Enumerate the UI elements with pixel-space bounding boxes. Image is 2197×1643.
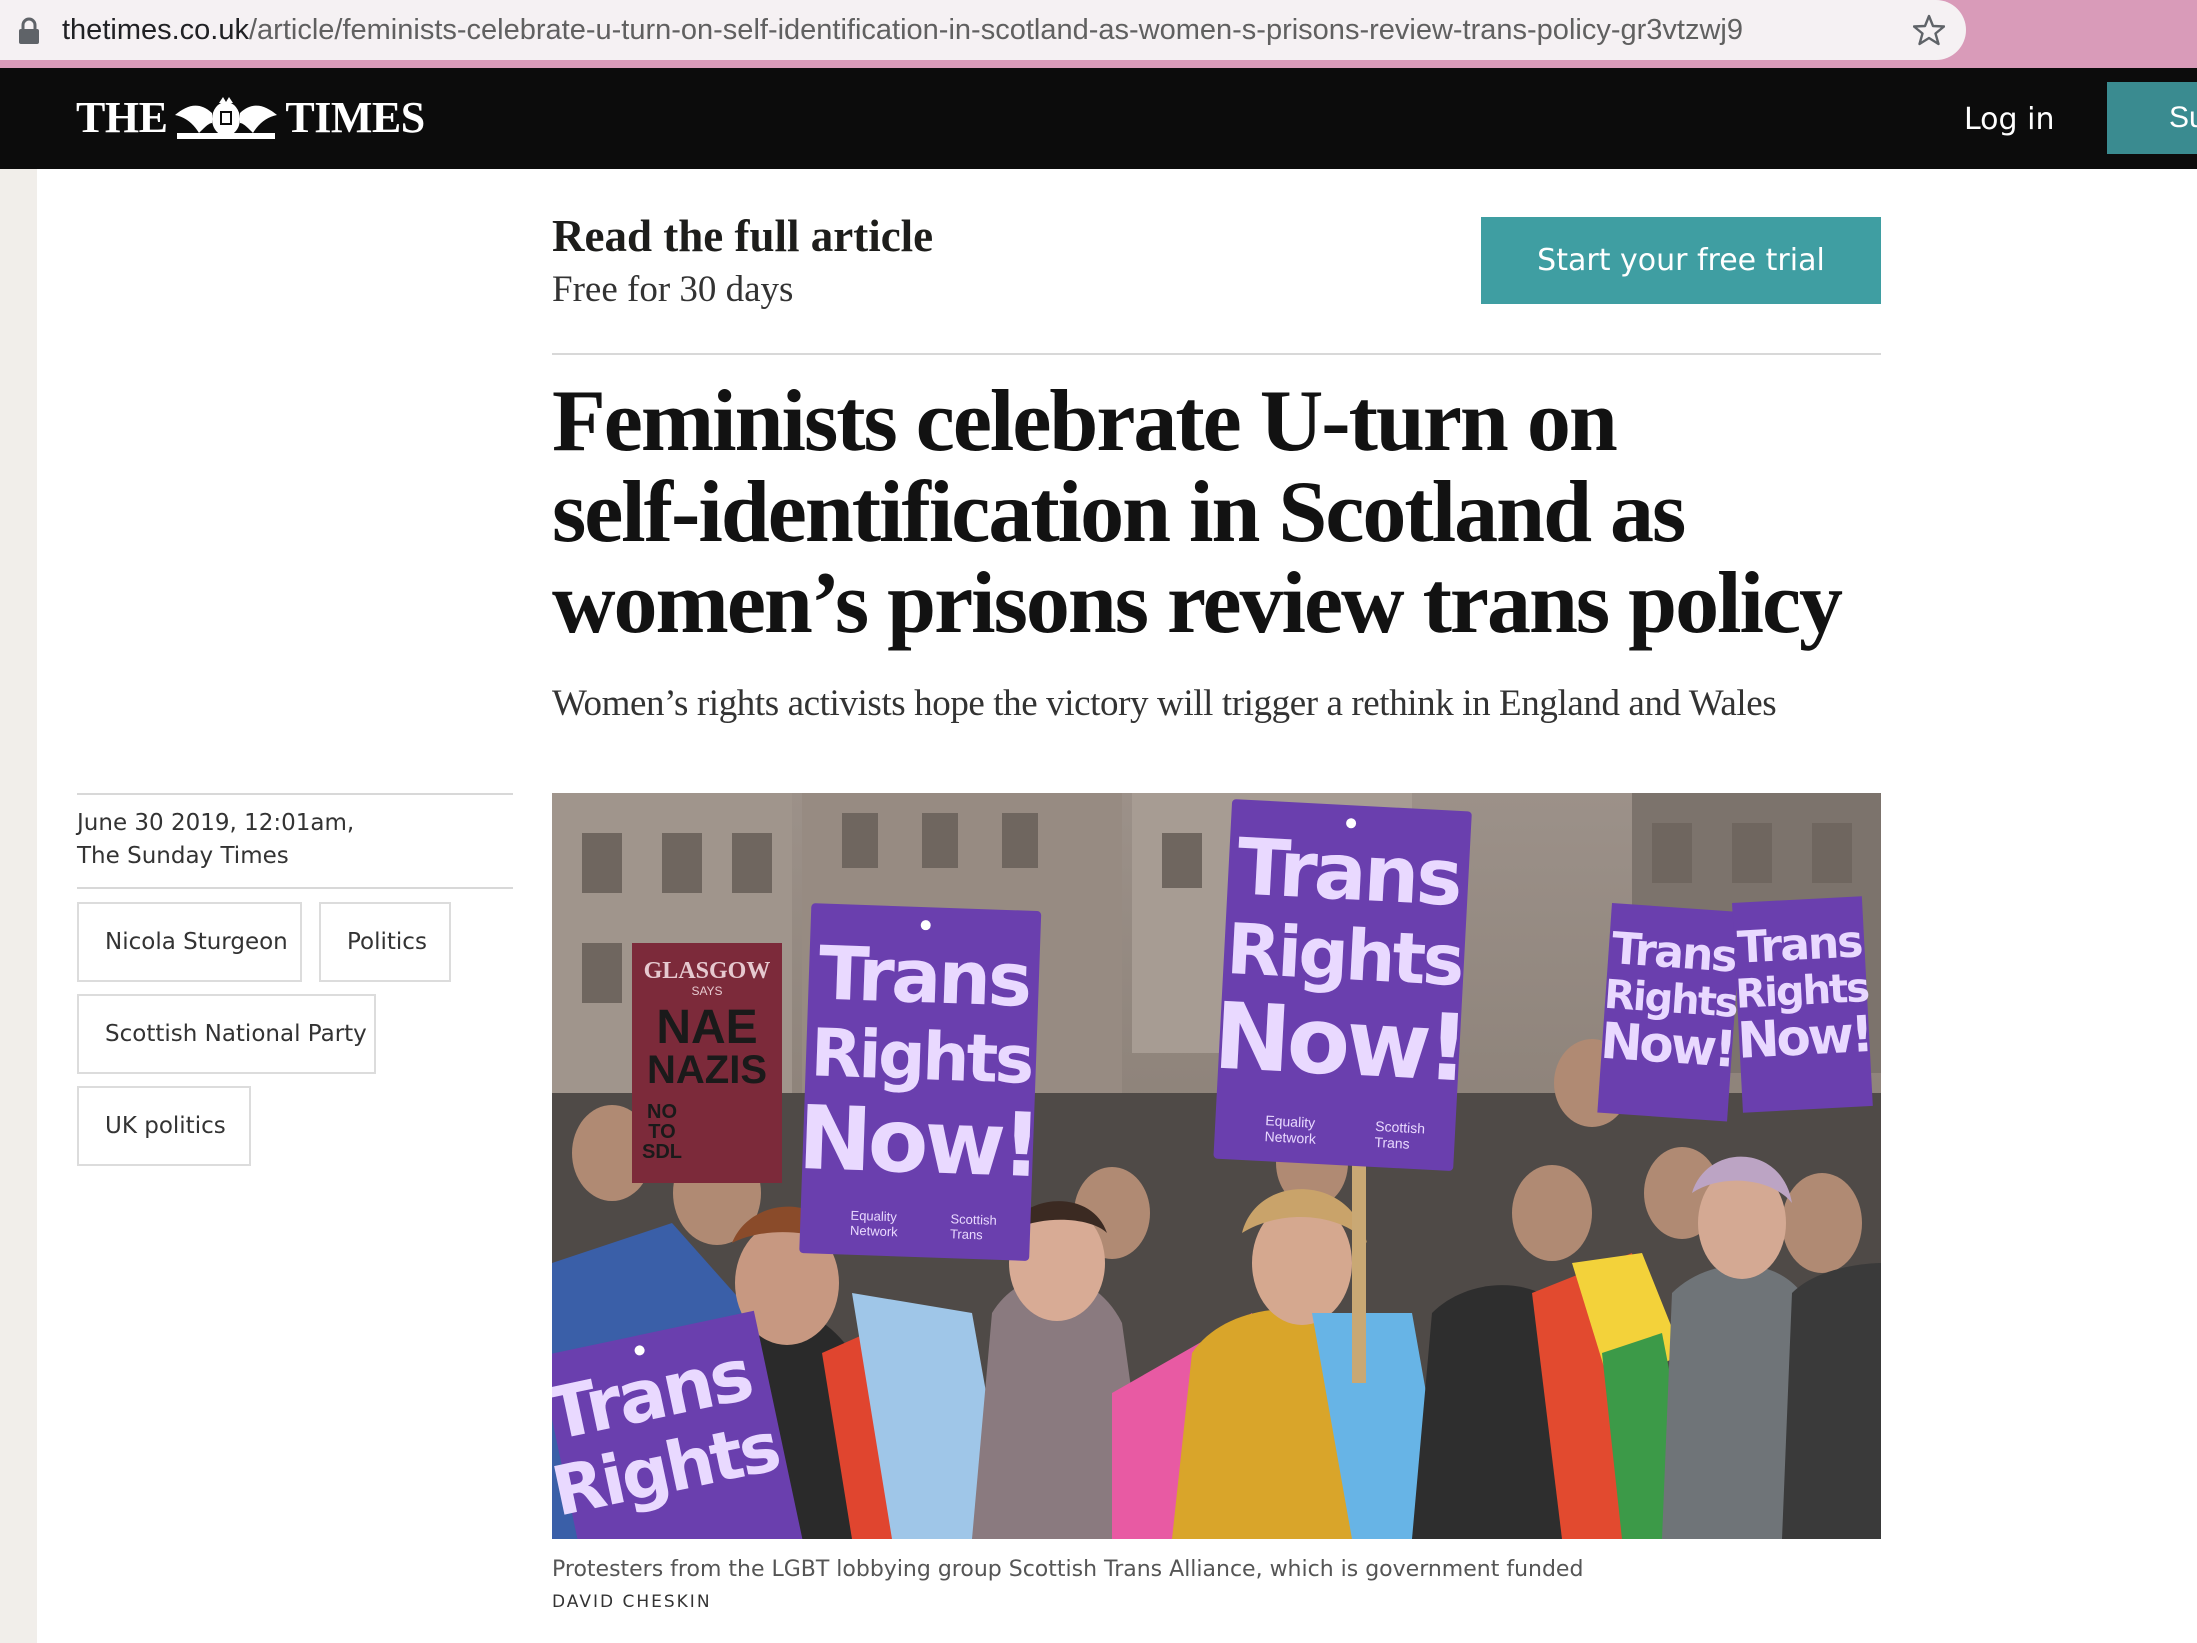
svg-text:SDL: SDL bbox=[642, 1141, 682, 1163]
logo-text-the: THE bbox=[76, 93, 168, 142]
headline-line: women’s prisons review trans policy bbox=[552, 555, 1843, 652]
svg-text:Now!: Now! bbox=[1599, 1012, 1736, 1079]
promo-divider bbox=[552, 353, 1881, 355]
svg-text:Rights: Rights bbox=[810, 1014, 1034, 1099]
bookmark-star-icon[interactable] bbox=[1913, 14, 1945, 46]
promo-subtitle: Free for 30 days bbox=[552, 269, 794, 310]
svg-text:TO: TO bbox=[648, 1121, 675, 1143]
svg-text:Trans: Trans bbox=[1736, 916, 1863, 973]
svg-text:GLASGOW: GLASGOW bbox=[644, 958, 771, 984]
login-link[interactable]: Log in bbox=[1964, 100, 2054, 140]
headline-line: Feminists celebrate U-turn on bbox=[552, 373, 1618, 470]
svg-text:Trans: Trans bbox=[1374, 1134, 1410, 1152]
placard-right: Trans Rights Now! bbox=[1597, 903, 1742, 1122]
article-standfirst: Women’s rights activists hope the victor… bbox=[552, 683, 1777, 724]
svg-text:Trans: Trans bbox=[950, 1226, 984, 1242]
svg-text:Network: Network bbox=[850, 1223, 899, 1240]
tag-scottish-national-party[interactable]: Scottish National Party bbox=[77, 994, 376, 1074]
meta-divider bbox=[77, 793, 513, 795]
svg-text:Equality: Equality bbox=[850, 1208, 897, 1225]
article-photo: GLASGOW SAYS NAE NAZIS NO TO SDL Trans R… bbox=[552, 793, 1881, 1539]
address-bar[interactable]: thetimes.co.uk/article/feminists-celebra… bbox=[0, 0, 1966, 60]
placard-far-right: Trans Rights Now! bbox=[1731, 896, 1873, 1113]
svg-text:Trans: Trans bbox=[1235, 822, 1462, 924]
photo-caption: Protesters from the LGBT lobbying group … bbox=[552, 1557, 1584, 1582]
site-header: THE TIMES Log in Su bbox=[0, 68, 2197, 169]
tag-uk-politics[interactable]: UK politics bbox=[77, 1086, 251, 1166]
photo-credit: DAVID CHESKIN bbox=[552, 1592, 712, 1612]
article-container: Read the full article Free for 30 days S… bbox=[37, 169, 2197, 1643]
svg-text:NAE: NAE bbox=[656, 1001, 757, 1054]
tag-nicola-sturgeon[interactable]: Nicola Sturgeon bbox=[77, 902, 302, 982]
subscribe-button[interactable]: Su bbox=[2107, 82, 2197, 154]
glasgow-sign: GLASGOW SAYS NAE NAZIS NO TO SDL bbox=[632, 943, 782, 1183]
protest-photo: GLASGOW SAYS NAE NAZIS NO TO SDL Trans R… bbox=[552, 793, 1881, 1539]
svg-text:Now!: Now! bbox=[1736, 1005, 1872, 1070]
promo-title: Read the full article bbox=[552, 211, 934, 261]
article-meta: June 30 2019, 12:01am, The Sunday Times bbox=[77, 807, 354, 873]
url-domain: thetimes.co.uk bbox=[62, 14, 249, 46]
meta-divider bbox=[77, 887, 513, 889]
svg-text:Now!: Now! bbox=[797, 1086, 1040, 1197]
svg-text:Scottish: Scottish bbox=[950, 1211, 997, 1228]
svg-text:Now!: Now! bbox=[1211, 982, 1467, 1102]
headline-line: self-identification in Scotland as bbox=[552, 464, 1686, 561]
times-logo[interactable]: THE TIMES bbox=[76, 93, 425, 143]
start-free-trial-button[interactable]: Start your free trial bbox=[1481, 217, 1881, 304]
tag-politics[interactable]: Politics bbox=[319, 902, 451, 982]
svg-text:Trans: Trans bbox=[817, 930, 1030, 1023]
url-path: /article/feminists-celebrate-u-turn-on-s… bbox=[248, 14, 1743, 46]
placard-center: Trans Rights Now! Equality Network Scott… bbox=[1211, 799, 1472, 1171]
article-headline: Feminists celebrate U-turn on self-ident… bbox=[552, 376, 1892, 649]
publish-date: June 30 2019, 12:01am, bbox=[77, 810, 355, 836]
url-text[interactable]: thetimes.co.uk/article/feminists-celebra… bbox=[62, 13, 1743, 47]
royal-crest-icon bbox=[175, 97, 278, 139]
publication-name: The Sunday Times bbox=[77, 843, 289, 869]
logo-text-times: TIMES bbox=[285, 93, 425, 142]
svg-text:Network: Network bbox=[1264, 1128, 1317, 1147]
lock-icon bbox=[19, 17, 39, 44]
placard-left: Trans Rights Now! Equality Network Scott… bbox=[797, 903, 1042, 1261]
svg-text:NO: NO bbox=[647, 1101, 677, 1123]
svg-text:NAZIS: NAZIS bbox=[647, 1048, 767, 1092]
svg-text:SAYS: SAYS bbox=[691, 984, 722, 998]
